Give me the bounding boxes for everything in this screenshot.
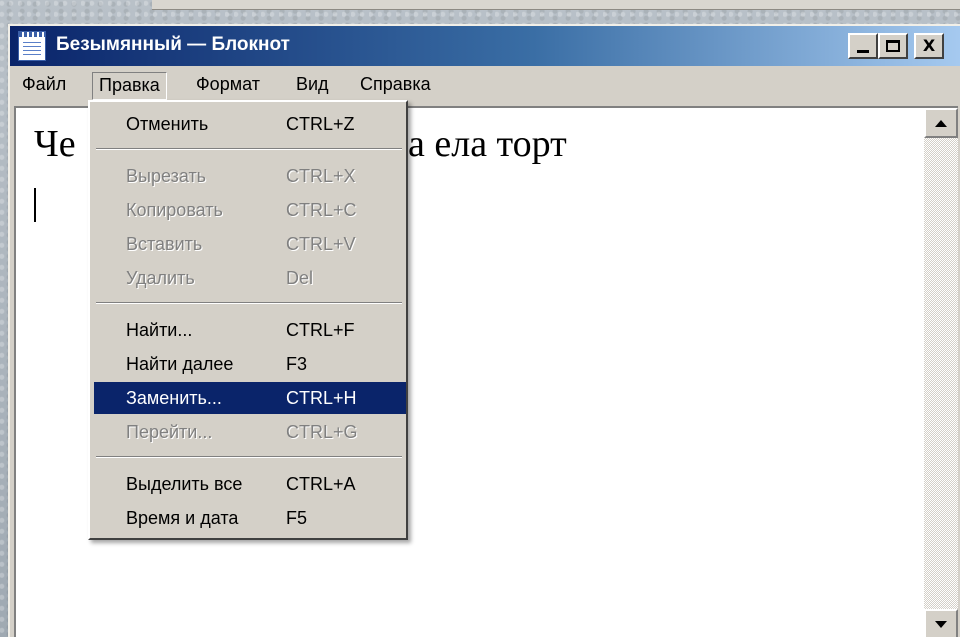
- menu-item-select-all[interactable]: Выделить все CTRL+A: [94, 468, 406, 500]
- menu-item-find-next[interactable]: Найти далее F3: [94, 348, 406, 380]
- menu-item-shortcut: CTRL+Z: [286, 114, 355, 134]
- menu-item-shortcut: CTRL+X: [286, 166, 356, 186]
- menu-item-delete[interactable]: Удалить Del: [94, 262, 406, 294]
- maximize-button[interactable]: [878, 33, 908, 59]
- editor-text-end: а ела торт: [408, 123, 567, 165]
- scroll-up-button[interactable]: [924, 108, 958, 138]
- vertical-scrollbar[interactable]: [924, 108, 958, 637]
- menu-item-replace[interactable]: Заменить... CTRL+H: [94, 382, 406, 414]
- editor-text-start: Че: [34, 123, 76, 165]
- minimize-button[interactable]: [848, 33, 878, 59]
- background-window-edge: [152, 0, 960, 10]
- menu-view[interactable]: Вид: [290, 72, 335, 100]
- maximize-icon: [886, 40, 900, 52]
- menu-item-label: Вырезать: [126, 166, 207, 186]
- window-title: Безымянный — Блокнот: [56, 34, 290, 55]
- menu-item-shortcut: F3: [286, 354, 308, 374]
- menu-item-time-date[interactable]: Время и дата F5: [94, 502, 406, 534]
- menu-item-shortcut: CTRL+F: [286, 320, 355, 340]
- menu-file[interactable]: Файл: [16, 72, 72, 100]
- menu-item-undo[interactable]: Отменить CTRL+Z: [94, 108, 406, 140]
- minimize-icon: [857, 49, 869, 53]
- arrow-up-icon: [935, 119, 947, 127]
- menu-item-label: Отменить: [126, 114, 209, 134]
- menu-item-label: Заменить...: [126, 388, 222, 408]
- menu-item-shortcut: CTRL+C: [286, 200, 357, 220]
- menu-separator: [96, 302, 402, 304]
- text-caret: [34, 188, 36, 222]
- menu-help[interactable]: Справка: [354, 72, 437, 100]
- menu-item-shortcut: F5: [286, 508, 308, 528]
- menu-item-label: Копировать: [126, 200, 223, 220]
- menu-item-label: Найти далее: [126, 354, 234, 374]
- menu-item-shortcut: CTRL+G: [286, 422, 358, 442]
- arrow-down-icon: [935, 620, 947, 628]
- menu-item-label: Выделить все: [126, 474, 243, 494]
- menu-item-label: Вставить: [126, 234, 203, 254]
- menu-edit[interactable]: Правка: [92, 72, 167, 100]
- menu-item-cut[interactable]: Вырезать CTRL+X: [94, 160, 406, 192]
- edit-menu-dropdown: Отменить CTRL+Z Вырезать CTRL+X Копирова…: [88, 100, 408, 540]
- menu-separator: [96, 148, 402, 150]
- title-bar[interactable]: Безымянный — Блокнот X: [10, 26, 960, 66]
- menu-format[interactable]: Формат: [190, 72, 266, 100]
- menu-item-paste[interactable]: Вставить CTRL+V: [94, 228, 406, 260]
- close-button[interactable]: X: [914, 33, 944, 59]
- menu-item-shortcut: CTRL+A: [286, 474, 356, 494]
- close-icon: X: [922, 36, 936, 55]
- menu-item-goto[interactable]: Перейти... CTRL+G: [94, 416, 406, 448]
- menu-item-shortcut: Del: [286, 268, 314, 288]
- menu-item-label: Удалить: [126, 268, 195, 288]
- menu-item-label: Время и дата: [126, 508, 239, 528]
- menu-item-label: Перейти...: [126, 422, 213, 442]
- menu-item-shortcut: CTRL+V: [286, 234, 356, 254]
- menu-item-find[interactable]: Найти... CTRL+F: [94, 314, 406, 346]
- scroll-down-button[interactable]: [924, 609, 958, 637]
- menu-item-shortcut: CTRL+H: [286, 388, 357, 408]
- menu-item-label: Найти...: [126, 320, 193, 340]
- menu-bar: Файл Правка Формат Вид Справка: [10, 68, 960, 102]
- notepad-icon: [18, 31, 46, 61]
- menu-item-copy[interactable]: Копировать CTRL+C: [94, 194, 406, 226]
- menu-separator: [96, 456, 402, 458]
